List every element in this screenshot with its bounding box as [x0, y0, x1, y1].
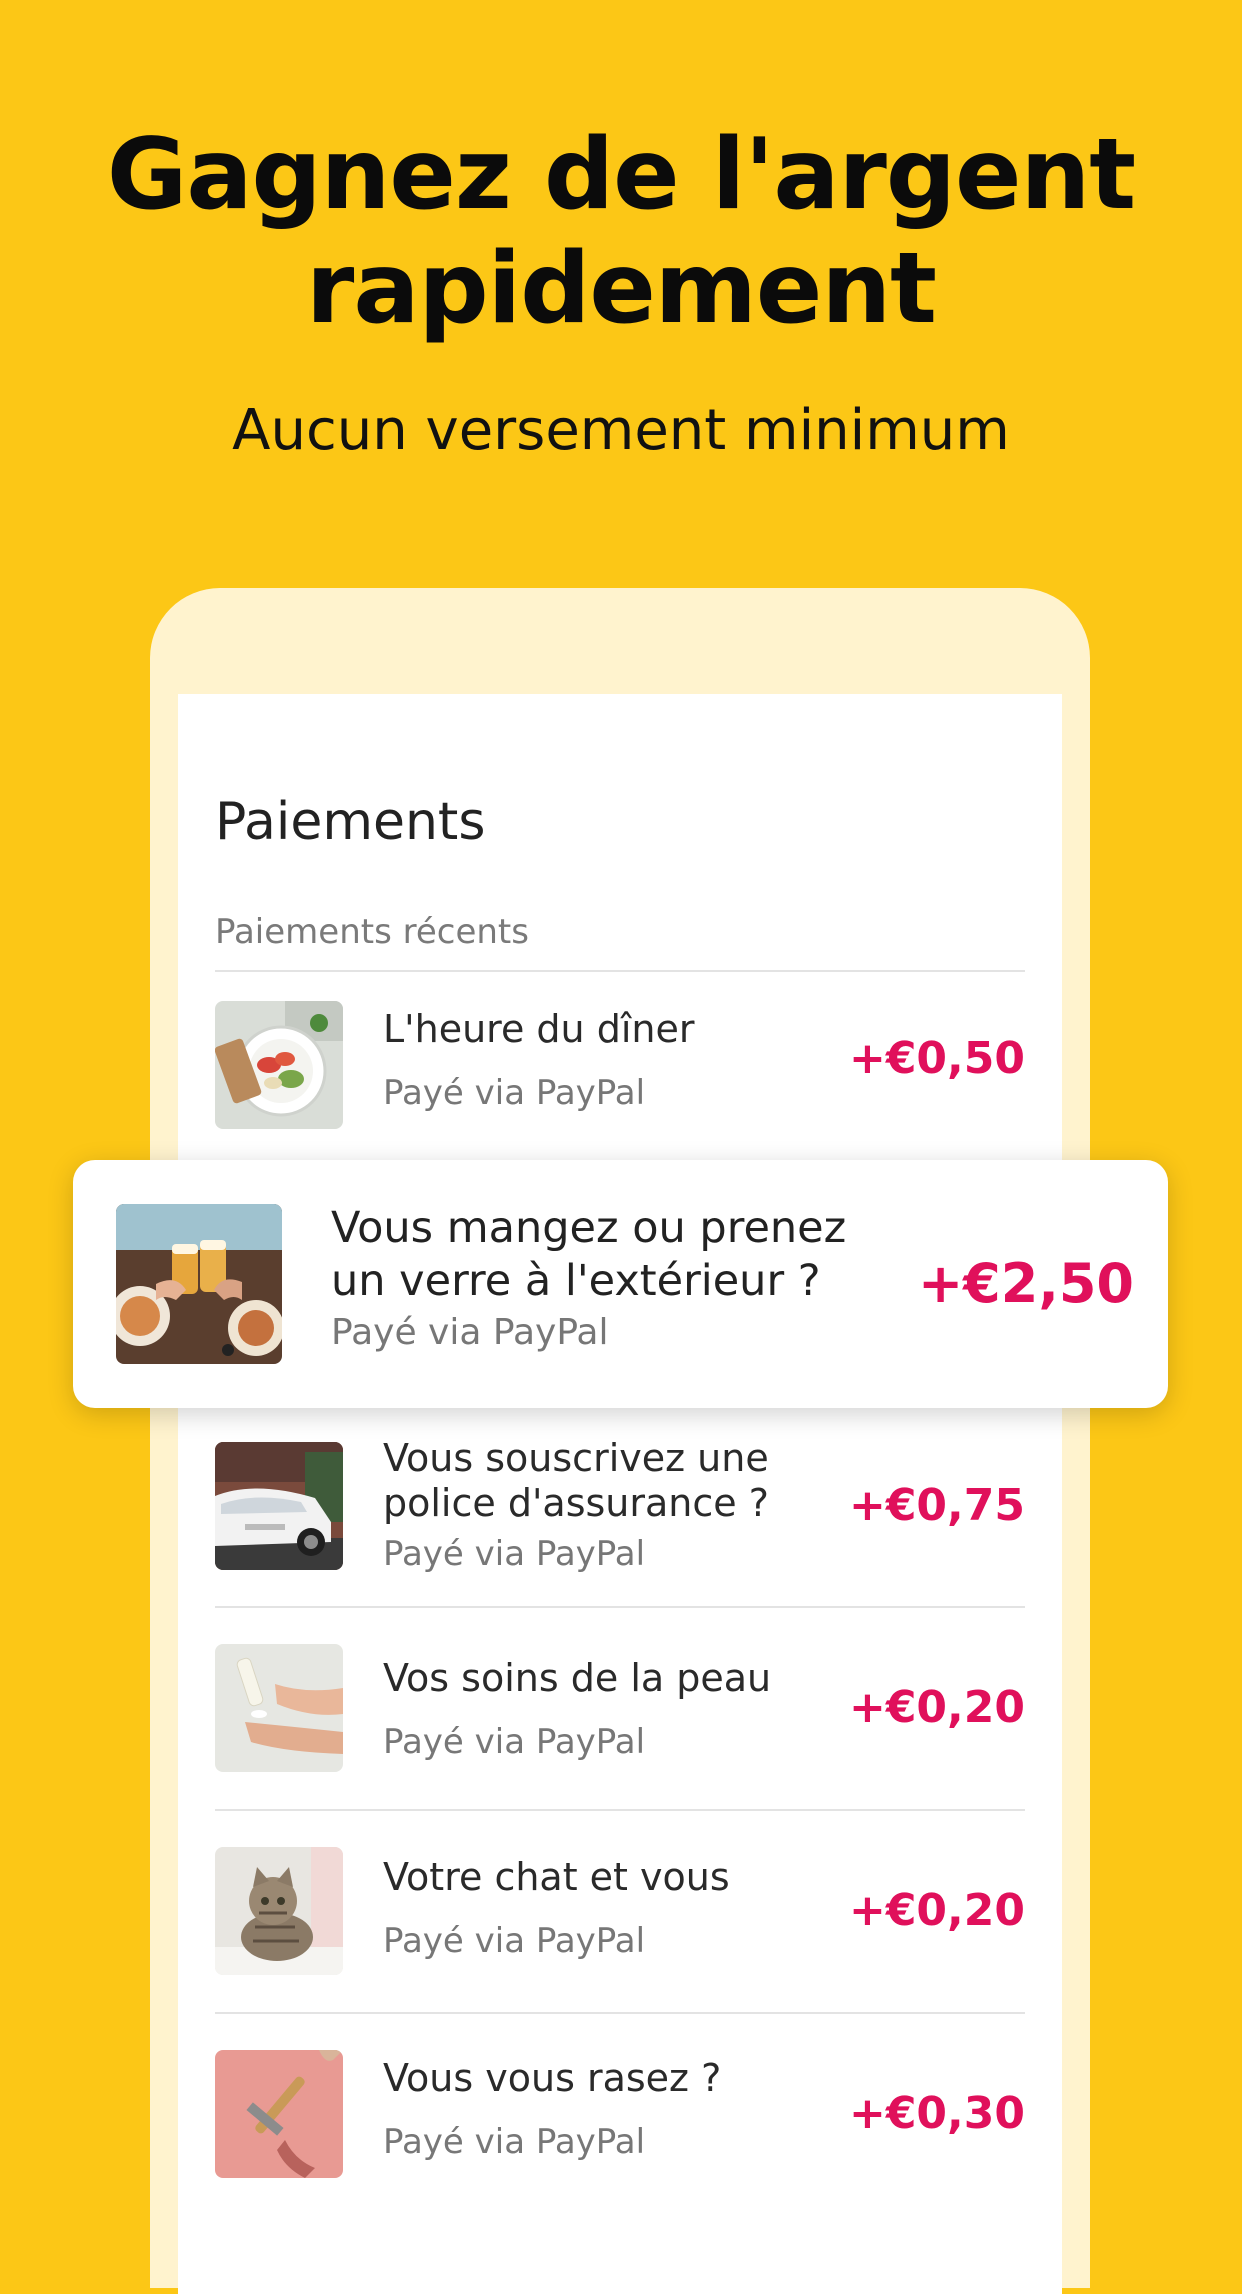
payment-title-line: Vous souscrivez une: [383, 1436, 769, 1480]
payment-row-razor[interactable]: Vous vous rasez ? Payé via PayPal +€0,30: [215, 2050, 1025, 2178]
divider: [215, 1606, 1025, 1608]
promo-headline: Gagnez de l'argent rapidement: [0, 118, 1242, 346]
tabby-cat-photo: [215, 1847, 343, 1975]
payments-screen: Paiements Paiements récents L'heure du d…: [178, 694, 1062, 2294]
featured-title-line: un verre à l'extérieur ?: [331, 1256, 821, 1306]
drinks-toast-photo: [116, 1204, 282, 1364]
promo-subheadline: Aucun versement minimum: [232, 398, 1010, 463]
payment-title: Votre chat et vous: [383, 1855, 730, 1900]
payment-subtitle: Payé via PayPal: [383, 1073, 646, 1113]
payment-row-skincare[interactable]: Vos soins de la peau Payé via PayPal +€0…: [215, 1644, 1025, 1772]
divider: [215, 2012, 1025, 2014]
featured-payment-card[interactable]: Vous mangez ou prenez un verre à l'extér…: [73, 1160, 1168, 1408]
payment-amount: +€0,50: [848, 1033, 1025, 1084]
payment-title-line: police d'assurance ?: [383, 1481, 769, 1525]
payment-amount: +€0,30: [848, 2088, 1025, 2139]
payment-title-line: Votre chat et vous: [383, 1855, 730, 1899]
salad-plate-photo: [215, 1001, 343, 1129]
payment-subtitle: Payé via PayPal: [383, 1921, 646, 1961]
payment-amount: +€0,20: [848, 1885, 1025, 1936]
featured-title-line: Vous mangez ou prenez: [331, 1203, 847, 1253]
headline-line-1: Gagnez de l'argent: [106, 118, 1136, 232]
payment-title-line: Vos soins de la peau: [383, 1656, 772, 1700]
featured-subtitle: Payé via PayPal: [331, 1312, 609, 1353]
razor-photo: [215, 2050, 343, 2178]
screen-title: Paiements: [215, 792, 486, 852]
payment-row-dinner[interactable]: L'heure du dîner Payé via PayPal +€0,50: [215, 1001, 1025, 1129]
skincare-tube-photo: [215, 1644, 343, 1772]
payment-amount: +€0,75: [848, 1480, 1025, 1531]
payment-row-cat[interactable]: Votre chat et vous Payé via PayPal +€0,2…: [215, 1847, 1025, 1975]
headline-line-2: rapidement: [305, 232, 937, 346]
payment-title: L'heure du dîner: [383, 1007, 694, 1052]
payment-title-line: L'heure du dîner: [383, 1007, 695, 1051]
recent-payments-label: Paiements récents: [215, 912, 529, 952]
payment-title: Vous souscrivez une police d'assurance ?: [383, 1436, 769, 1526]
featured-title: Vous mangez ou prenez un verre à l'extér…: [331, 1202, 846, 1308]
payment-subtitle: Payé via PayPal: [383, 1722, 646, 1762]
divider: [215, 970, 1025, 972]
white-car-photo: [215, 1442, 343, 1570]
divider: [215, 1809, 1025, 1811]
payment-subtitle: Payé via PayPal: [383, 2122, 646, 2162]
payment-title: Vous vous rasez ?: [383, 2056, 721, 2101]
payment-row-insurance[interactable]: Vous souscrivez une police d'assurance ?…: [215, 1436, 1025, 1574]
payment-subtitle: Payé via PayPal: [383, 1534, 646, 1574]
payment-amount: +€0,20: [848, 1682, 1025, 1733]
featured-amount: +€2,50: [917, 1252, 1134, 1315]
payment-title: Vos soins de la peau: [383, 1656, 771, 1701]
payment-title-line: Vous vous rasez ?: [383, 2056, 722, 2100]
